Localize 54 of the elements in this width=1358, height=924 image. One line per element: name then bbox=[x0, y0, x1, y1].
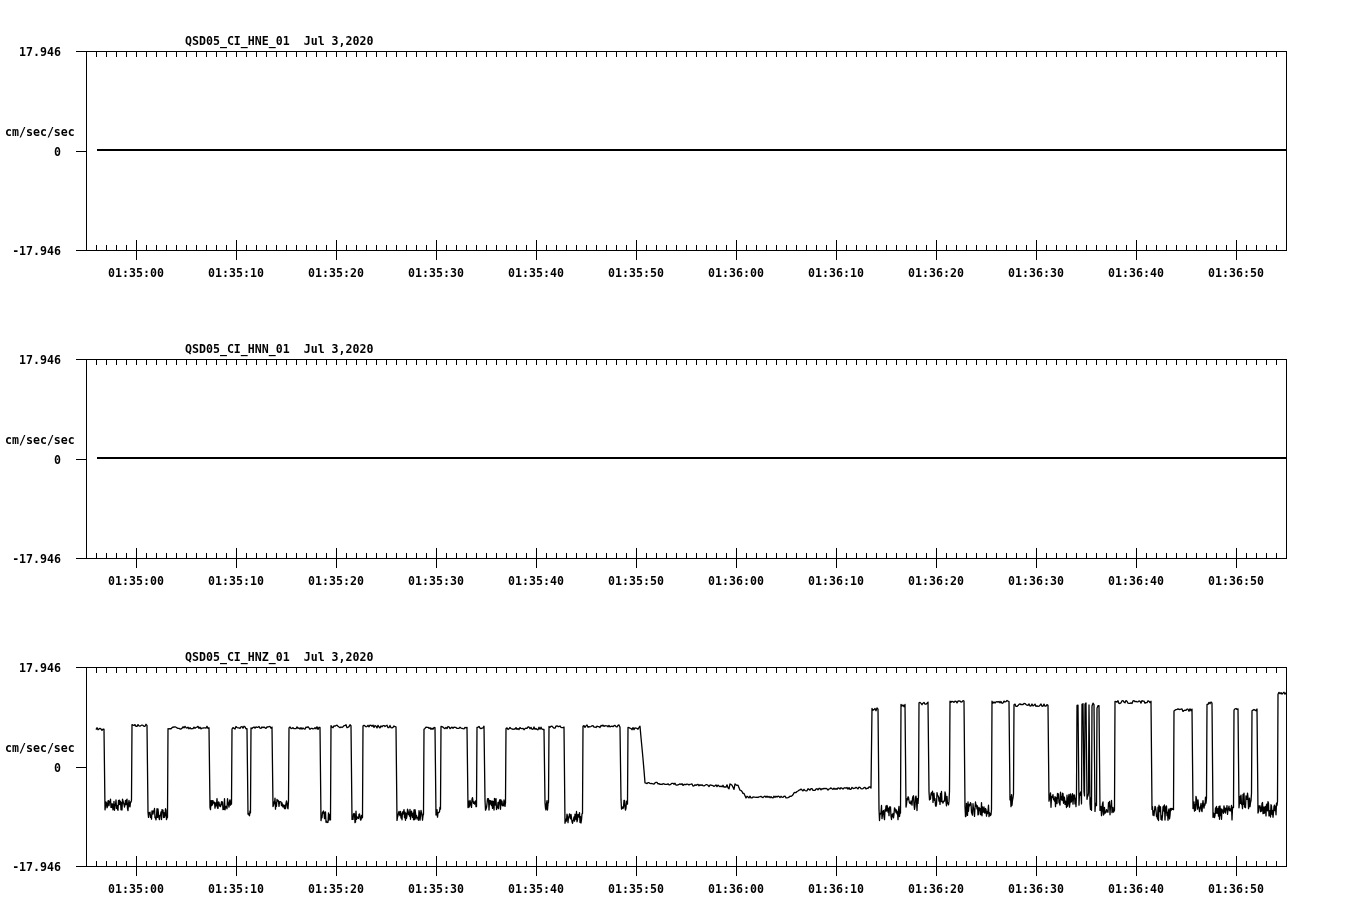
y-tick-label: 17.946 bbox=[19, 45, 61, 59]
y-tick-label: 0 bbox=[54, 761, 61, 775]
y-tick-label: 17.946 bbox=[19, 661, 61, 675]
x-tick-label: 01:36:40 bbox=[1108, 266, 1164, 280]
x-tick-label: 01:35:50 bbox=[608, 574, 664, 588]
record-date: Jul 3,2020 bbox=[303, 650, 374, 664]
x-tick-label: 01:35:10 bbox=[208, 882, 264, 896]
x-tick-label: 01:36:20 bbox=[908, 574, 964, 588]
x-tick-label: 01:35:50 bbox=[608, 266, 664, 280]
x-tick-label: 01:35:20 bbox=[308, 574, 364, 588]
x-tick-label: 01:36:10 bbox=[808, 574, 864, 588]
x-tick-label: 01:36:50 bbox=[1208, 882, 1264, 896]
x-tick-label: 01:35:10 bbox=[208, 574, 264, 588]
x-tick-label: 01:35:40 bbox=[508, 882, 564, 896]
y-axis-unit: cm/sec/sec bbox=[5, 433, 75, 447]
x-tick-label: 01:36:20 bbox=[908, 882, 964, 896]
x-tick-label: 01:36:10 bbox=[808, 266, 864, 280]
x-tick-label: 01:36:30 bbox=[1008, 882, 1064, 896]
x-tick-label: 01:36:00 bbox=[708, 882, 764, 896]
x-tick-label: 01:36:10 bbox=[808, 882, 864, 896]
x-tick-label: 01:36:30 bbox=[1008, 266, 1064, 280]
x-tick-label: 01:35:30 bbox=[408, 266, 464, 280]
x-tick-label: 01:35:40 bbox=[508, 574, 564, 588]
x-tick-label: 01:36:40 bbox=[1108, 574, 1164, 588]
x-tick-label: 01:36:30 bbox=[1008, 574, 1064, 588]
y-tick-label: 0 bbox=[54, 145, 61, 159]
y-tick-label: 0 bbox=[54, 453, 61, 467]
channel-name: QSD05_CI_HNN_01 bbox=[185, 342, 290, 356]
x-tick-label: 01:35:30 bbox=[408, 574, 464, 588]
x-tick-label: 01:35:00 bbox=[108, 574, 164, 588]
y-tick-label: -17.946 bbox=[12, 860, 61, 874]
record-date: Jul 3,2020 bbox=[303, 34, 374, 48]
y-axis-unit: cm/sec/sec bbox=[5, 125, 75, 139]
x-tick-label: 01:35:30 bbox=[408, 882, 464, 896]
x-tick-label: 01:36:50 bbox=[1208, 266, 1264, 280]
x-tick-label: 01:35:20 bbox=[308, 882, 364, 896]
x-tick-label: 01:36:00 bbox=[708, 574, 764, 588]
x-tick-label: 01:35:10 bbox=[208, 266, 264, 280]
y-tick-label: 17.946 bbox=[19, 353, 61, 367]
y-tick-label: -17.946 bbox=[12, 552, 61, 566]
channel-name: QSD05_CI_HNZ_01 bbox=[185, 650, 290, 664]
x-tick-label: 01:35:20 bbox=[308, 266, 364, 280]
x-tick-label: 01:36:50 bbox=[1208, 574, 1264, 588]
y-axis-unit: cm/sec/sec bbox=[5, 741, 75, 755]
x-tick-label: 01:35:00 bbox=[108, 882, 164, 896]
channel-name: QSD05_CI_HNE_01 bbox=[185, 34, 290, 48]
x-tick-label: 01:36:40 bbox=[1108, 882, 1164, 896]
x-tick-label: 01:36:20 bbox=[908, 266, 964, 280]
x-tick-label: 01:35:50 bbox=[608, 882, 664, 896]
x-tick-label: 01:35:40 bbox=[508, 266, 564, 280]
y-tick-label: -17.946 bbox=[12, 244, 61, 258]
record-date: Jul 3,2020 bbox=[303, 342, 374, 356]
x-tick-label: 01:35:00 bbox=[108, 266, 164, 280]
x-tick-label: 01:36:00 bbox=[708, 266, 764, 280]
